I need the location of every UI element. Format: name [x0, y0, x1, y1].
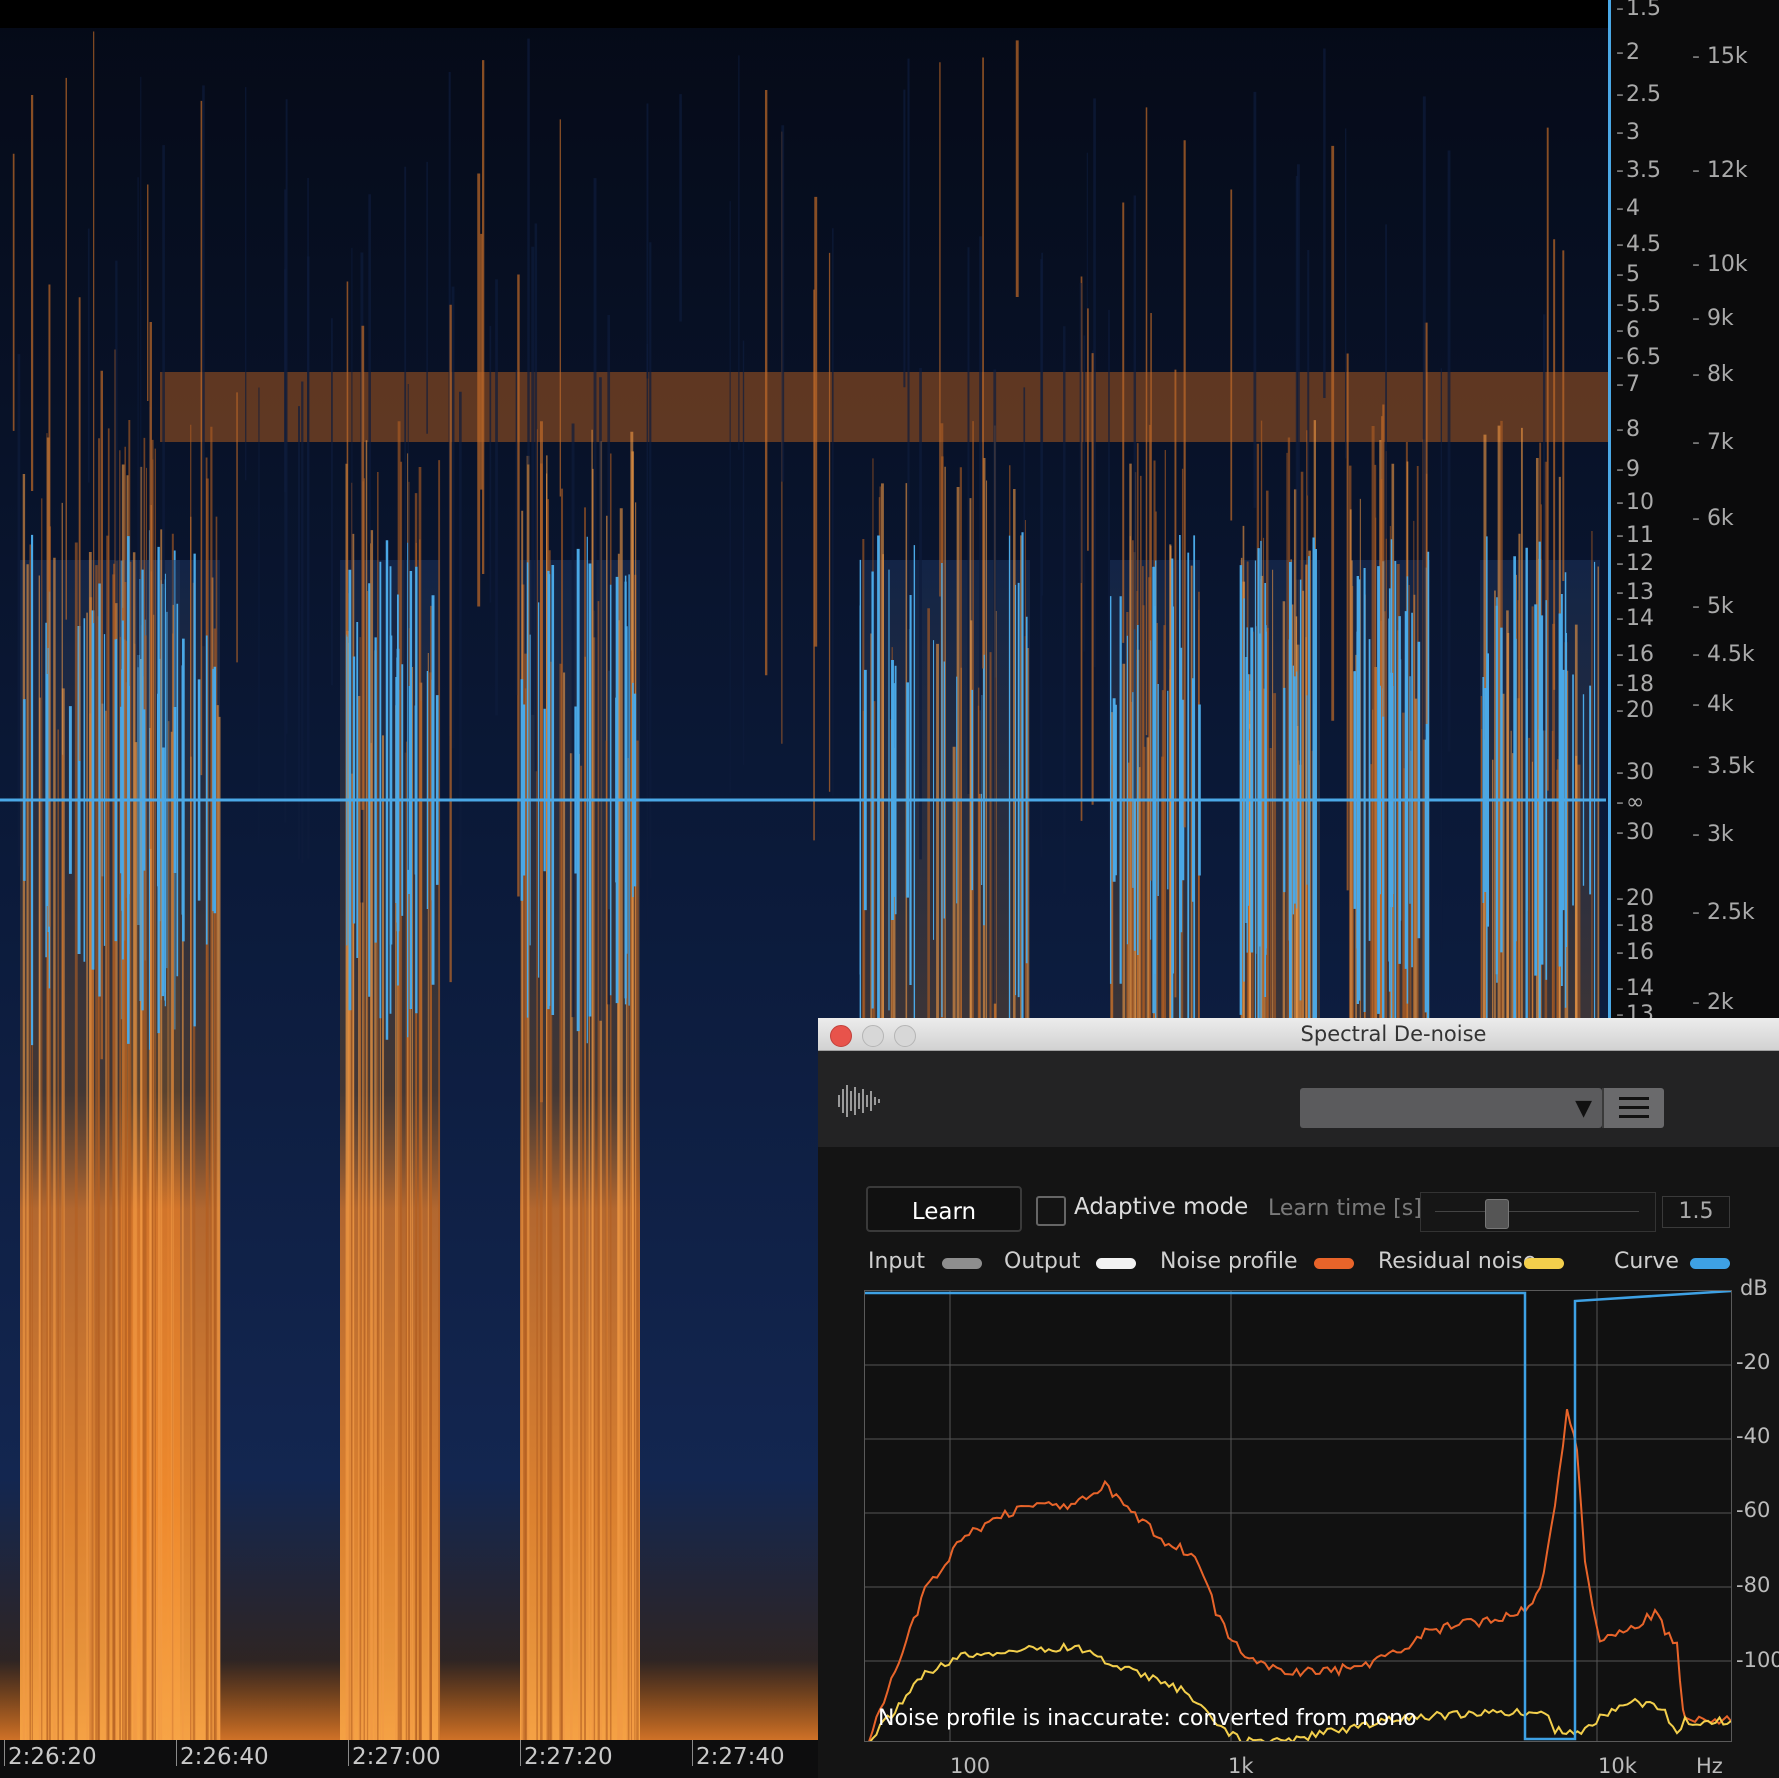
- plugin-toolbar: ▼: [818, 1051, 1779, 1147]
- level-scale-label: 16: [1616, 642, 1654, 667]
- noise-profile-curve: [868, 1408, 1731, 1741]
- graph-x-label: 1k: [1228, 1754, 1254, 1778]
- time-tick: [176, 1740, 177, 1766]
- learn-time-value-field[interactable]: 1.5: [1662, 1196, 1730, 1228]
- time-tick-label: 2:27:20: [524, 1744, 613, 1770]
- level-scale-label: 1.5: [1616, 0, 1661, 21]
- level-scale-label: 3.5: [1616, 158, 1661, 183]
- legend-label: Curve: [1614, 1249, 1679, 1274]
- graph-y-label: -40: [1736, 1424, 1771, 1448]
- spectrum-graph[interactable]: [864, 1290, 1732, 1742]
- level-scale-label: 18: [1616, 912, 1654, 937]
- level-scale-label: 30: [1616, 820, 1654, 845]
- level-scale-label: 20: [1616, 698, 1654, 723]
- graph-x-label: 10k: [1598, 1754, 1637, 1778]
- graph-x-label: 100: [950, 1754, 991, 1778]
- level-scale-label: 14: [1616, 976, 1654, 1001]
- graph-y-unit: dB: [1740, 1276, 1768, 1300]
- legend-label: Noise profile: [1160, 1249, 1298, 1274]
- time-tick-label: 2:27:00: [352, 1744, 441, 1770]
- graph-x-unit: Hz: [1696, 1754, 1723, 1778]
- frequency-scale-label: 8k: [1692, 362, 1734, 387]
- time-tick-label: 2:26:20: [8, 1744, 97, 1770]
- level-scale-label: 13: [1616, 580, 1654, 605]
- level-scale-label: 2.5: [1616, 82, 1661, 107]
- adaptive-mode-label: Adaptive mode: [1074, 1194, 1249, 1220]
- level-scale-label: 4.5: [1616, 232, 1661, 257]
- frequency-scale-label: 9k: [1692, 306, 1734, 331]
- frequency-scale-label: 3.5k: [1692, 754, 1755, 779]
- level-scale-label: 5.5: [1616, 292, 1661, 317]
- adaptive-mode-checkbox[interactable]: [1036, 1196, 1066, 1226]
- window-title: Spectral De-noise: [1300, 1022, 1487, 1046]
- learn-time-slider[interactable]: [1420, 1192, 1656, 1232]
- graph-y-label: -60: [1736, 1498, 1771, 1522]
- denoise-logo-icon: [838, 1085, 880, 1117]
- frequency-scale-label: 2.5k: [1692, 900, 1755, 925]
- time-tick: [348, 1740, 349, 1766]
- level-scale-label: 9: [1616, 457, 1640, 482]
- time-tick: [4, 1740, 5, 1766]
- time-tick: [692, 1740, 693, 1766]
- graph-y-label: -20: [1736, 1350, 1771, 1374]
- level-scale-label: 11: [1616, 523, 1654, 548]
- learn-time-label: Learn time [s]: [1268, 1196, 1422, 1221]
- level-scale-label: 6.5: [1616, 345, 1661, 370]
- spectral-denoise-window: Spectral De-noise ▼ Learn Adaptive mode …: [818, 1018, 1779, 1778]
- frequency-scale-label: 5k: [1692, 594, 1734, 619]
- noise-profile-warning: Noise profile is inaccurate: converted f…: [878, 1706, 1417, 1731]
- frequency-scale-label: 12k: [1692, 158, 1748, 183]
- level-scale-label: 7: [1616, 372, 1640, 397]
- preset-menu-button[interactable]: [1602, 1088, 1664, 1128]
- level-scale-label: 16: [1616, 940, 1654, 965]
- time-tick-label: 2:26:40: [180, 1744, 269, 1770]
- level-scale: 1.522.533.544.555.566.578910111213141618…: [1608, 0, 1678, 1027]
- graph-y-label: -80: [1736, 1573, 1771, 1597]
- level-scale-label: 20: [1616, 886, 1654, 911]
- legend-label: Input: [868, 1249, 925, 1274]
- menu-icon: [1619, 1097, 1649, 1100]
- frequency-scale-label: 4.5k: [1692, 642, 1755, 667]
- legend-swatch: [942, 1258, 982, 1269]
- frequency-scale: 15k 12k 10k 9k 8k 7k 6k 5k 4.5k 4k 3.5k 3k 2.5k 2k: [1678, 0, 1779, 1020]
- level-scale-label: 18: [1616, 672, 1654, 697]
- level-scale-label: 14: [1616, 606, 1654, 631]
- legend-label: Output: [1004, 1249, 1081, 1274]
- time-tick-label: 2:27:40: [696, 1744, 785, 1770]
- level-scale-label: 3: [1616, 120, 1640, 145]
- graph-y-label: -100: [1736, 1648, 1779, 1672]
- level-scale-label: ∞: [1616, 790, 1644, 815]
- level-scale-label: 5: [1616, 262, 1640, 287]
- level-scale-label: 10: [1616, 490, 1654, 515]
- learn-time-slider-thumb[interactable]: [1484, 1199, 1509, 1229]
- dropdown-arrow-icon: ▼: [1575, 1096, 1592, 1121]
- legend-swatch: [1096, 1258, 1136, 1269]
- legend-swatch: [1524, 1258, 1564, 1269]
- learn-button[interactable]: Learn: [866, 1186, 1022, 1232]
- frequency-scale-label: 15k: [1692, 44, 1748, 69]
- time-tick: [520, 1740, 521, 1766]
- frequency-scale-label: 6k: [1692, 506, 1734, 531]
- level-scale-label: 2: [1616, 40, 1640, 65]
- level-scale-label: 4: [1616, 196, 1640, 221]
- frequency-scale-label: 4k: [1692, 692, 1734, 717]
- legend-label: Residual noise: [1378, 1249, 1537, 1274]
- preset-dropdown[interactable]: ▼: [1300, 1088, 1602, 1128]
- level-scale-label: 8: [1616, 417, 1640, 442]
- time-ruler[interactable]: 2:26:20 2:26:40 2:27:00 2:27:20 2:27:40: [0, 1740, 818, 1778]
- legend-swatch: [1314, 1258, 1354, 1269]
- window-titlebar[interactable]: Spectral De-noise: [818, 1018, 1779, 1051]
- level-scale-label: 6: [1616, 318, 1640, 343]
- frequency-scale-label: 10k: [1692, 252, 1748, 277]
- level-scale-label: 12: [1616, 551, 1654, 576]
- level-scale-label: 30: [1616, 760, 1654, 785]
- frequency-scale-label: 7k: [1692, 430, 1734, 455]
- legend-swatch: [1690, 1258, 1730, 1269]
- frequency-scale-label: 2k: [1692, 990, 1734, 1015]
- frequency-scale-label: 3k: [1692, 822, 1734, 847]
